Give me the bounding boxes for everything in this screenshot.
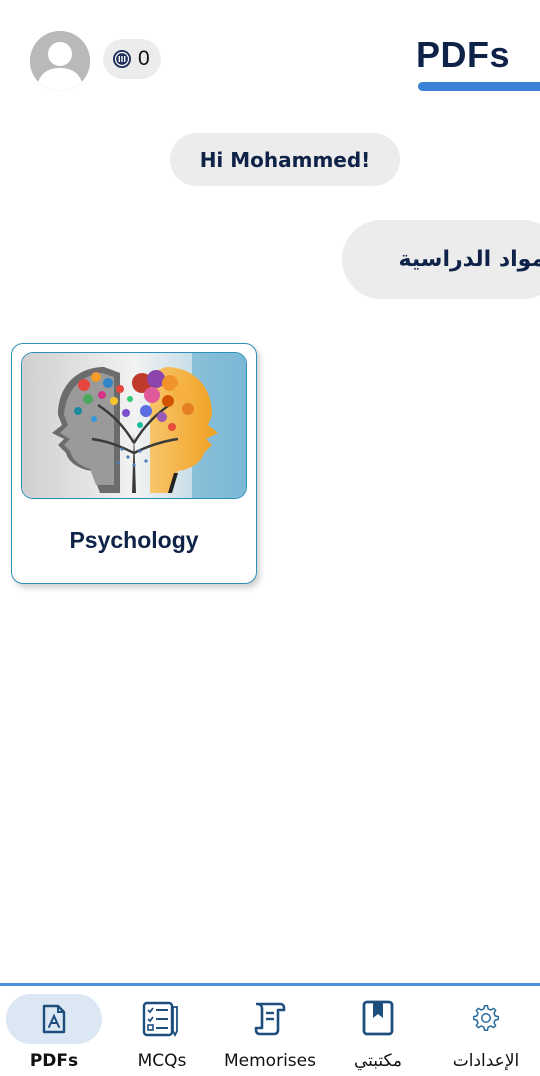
nav-label-pdfs: PDFs [29, 1051, 79, 1071]
subject-thumbnail [21, 352, 247, 499]
pdf-file-icon [42, 1004, 66, 1034]
scroll-icon [254, 1002, 286, 1036]
app-header: 0 PDFs [0, 0, 540, 110]
bookmark-book-icon [362, 1000, 394, 1036]
nav-label-settings: الإعدادات [452, 1051, 520, 1071]
checklist-icon [142, 1001, 178, 1037]
nav-label-mcqs: MCQs [137, 1051, 187, 1071]
section-heading-label: المواد الدراسية [398, 247, 540, 272]
coin-icon [113, 50, 131, 68]
bottom-navigation: PDFs MCQs Memorises مكتبتي الإعدادات [0, 983, 540, 1076]
page-title: PDFs [415, 34, 510, 75]
coin-count: 0 [138, 47, 150, 70]
subject-card[interactable]: Psychology [11, 343, 257, 584]
psychology-heads-illustration [22, 353, 246, 498]
nav-label-memorises: Memorises [224, 1051, 316, 1071]
nav-active-indicator [6, 994, 102, 1044]
user-avatar-icon [30, 31, 90, 91]
nav-item-settings[interactable]: الإعدادات [432, 986, 540, 1076]
profile-avatar[interactable] [30, 31, 90, 91]
section-heading: المواد الدراسية [342, 220, 540, 299]
title-underline [418, 82, 540, 91]
subject-name: Psychology [69, 527, 199, 553]
greeting-pill: Hi Mohammed! [170, 133, 400, 186]
coin-balance[interactable]: 0 [103, 39, 161, 79]
nav-item-memorises[interactable]: Memorises [216, 986, 324, 1076]
gear-icon [472, 1004, 500, 1032]
nav-item-mcqs[interactable]: MCQs [108, 986, 216, 1076]
nav-item-my-library[interactable]: مكتبتي [324, 986, 432, 1076]
nav-label-my-library: مكتبتي [353, 1051, 403, 1071]
nav-item-pdfs[interactable]: PDFs [0, 986, 108, 1076]
